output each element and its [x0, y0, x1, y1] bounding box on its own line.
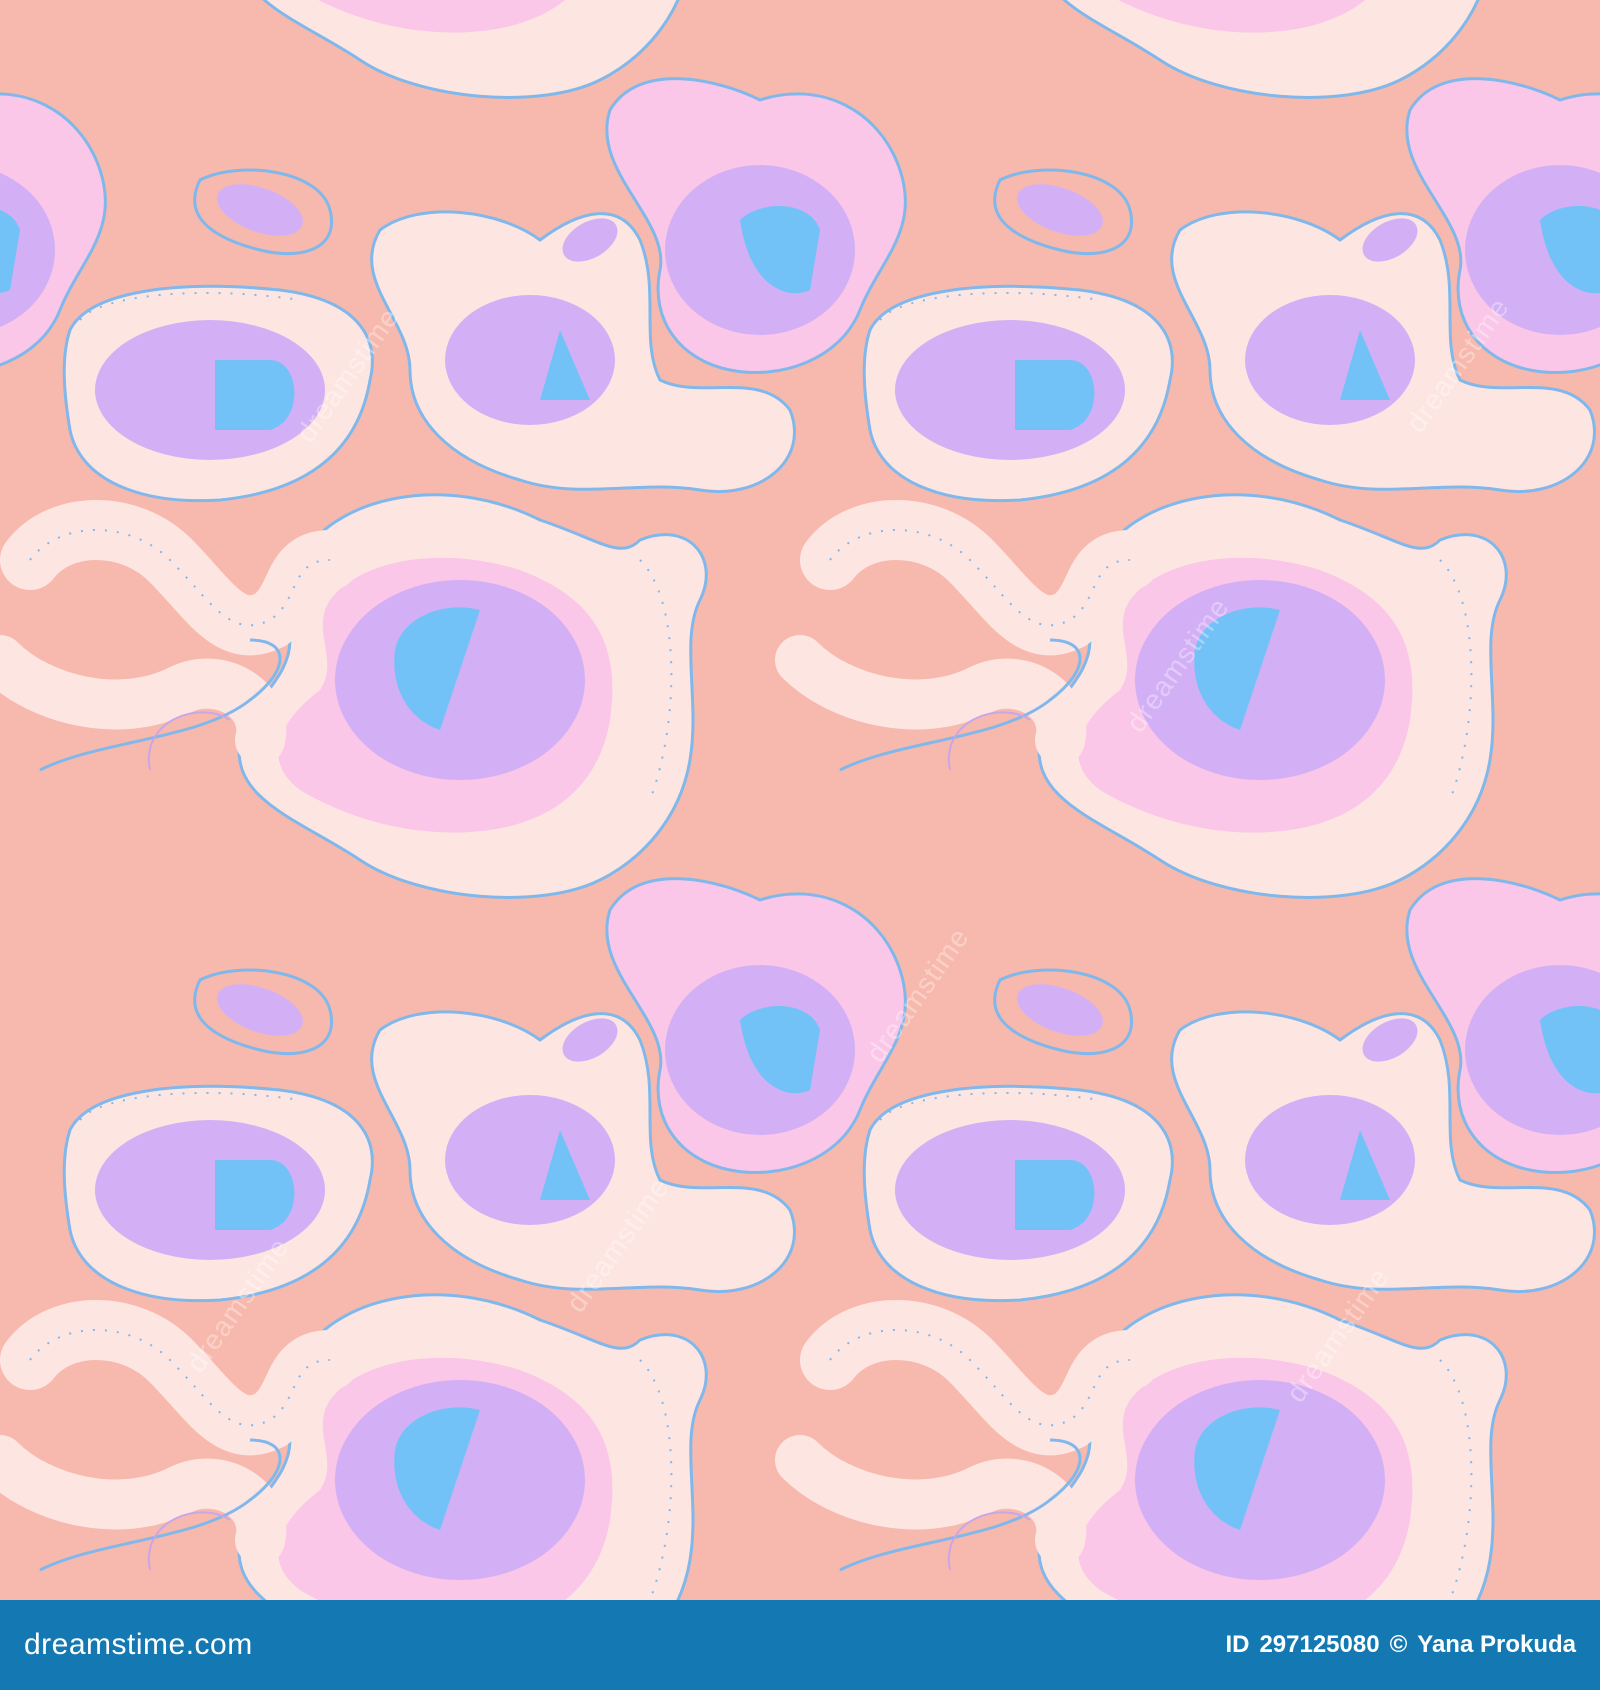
- seamless-pattern-artwork: dreamstime dreamstime dreamstime dreamst…: [0, 0, 1600, 1600]
- id-label: ID: [1225, 1631, 1250, 1658]
- author-name: Yana Prokuda: [1417, 1631, 1576, 1658]
- id-value: 297125080: [1259, 1631, 1380, 1658]
- dreamstime-logo[interactable]: dreamstime.com: [24, 1628, 253, 1662]
- pattern-svg: [0, 0, 1600, 1600]
- footer-bar: dreamstime.com ID 297125080 © Yana Proku…: [0, 1600, 1600, 1690]
- copyright-icon: ©: [1389, 1631, 1408, 1658]
- image-credit: ID 297125080 © Yana Prokuda: [1225, 1631, 1576, 1659]
